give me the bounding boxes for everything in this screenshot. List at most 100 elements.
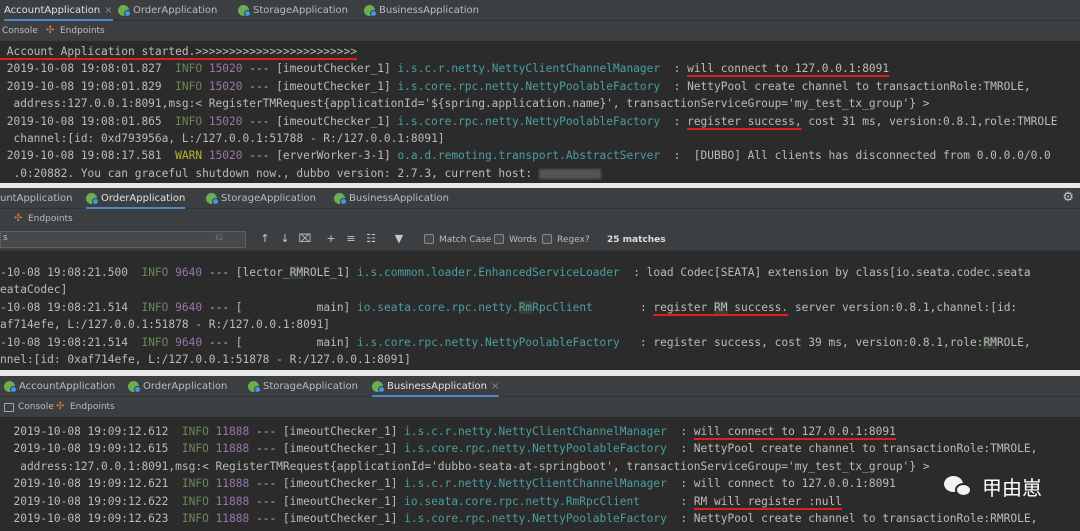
log-segment: 15020: [208, 79, 243, 93]
tab-storage-application[interactable]: StorageApplication: [206, 188, 316, 209]
search-input[interactable]: s ⎌: [0, 231, 246, 248]
search-value: s: [3, 233, 8, 243]
console-subtabs: Console ✣ Endpoints: [0, 397, 1080, 417]
log-segment: :: [666, 425, 694, 438]
tab-storage-application[interactable]: StorageApplication: [238, 0, 348, 21]
log-segment: 2019-10-08 19:08:01.829: [0, 79, 176, 93]
endpoints-icon: ✣: [56, 401, 65, 412]
regex-checkbox[interactable]: [542, 234, 552, 244]
add-occurrence-icon[interactable]: +: [324, 232, 338, 246]
log-segment: RM: [714, 300, 728, 314]
spring-boot-icon: [118, 5, 131, 17]
endpoints-label: Endpoints: [60, 26, 105, 36]
tab-endpoints[interactable]: ✣ Endpoints: [46, 21, 105, 41]
log-segment: 2019-10-08 19:09:12.622: [0, 494, 182, 508]
select-occurrences-icon[interactable]: ☷: [364, 232, 378, 246]
tab-business-application[interactable]: BusinessApplication: [364, 0, 479, 21]
log-segment: --- [erverWorker-3-1]: [242, 149, 398, 163]
log-segment: INFO: [175, 114, 203, 128]
next-occurrence-icon[interactable]: ↓: [278, 232, 292, 246]
log-segment: 11888: [215, 477, 250, 491]
log-segment: --- [lector_: [202, 266, 290, 279]
log-segment: 2019-10-08 19:08:17.581: [0, 149, 176, 163]
spring-boot-icon: [238, 5, 251, 17]
log-line: 2019-10-08 19:08:01.829 INFO 15020 --- […: [0, 78, 1080, 95]
tab-label: StorageApplication: [263, 380, 358, 392]
log-segment: [202, 149, 209, 162]
log-segment: INFO: [181, 442, 209, 456]
log-segment: [209, 425, 216, 438]
log-segment: address:127.0.0.1:8091,msg:< RegisterTMR…: [0, 97, 930, 111]
gear-icon[interactable]: ⚙: [1062, 190, 1074, 205]
log-segment: --- [imeoutChecker_1]: [249, 494, 405, 508]
log-line: Account Application started.>>>>>>>>>>>>…: [0, 43, 1080, 60]
log-line: af714efe, L:/127.0.0.1:51878 - R:/127.0.…: [0, 316, 1080, 333]
console-output[interactable]: -10-08 19:08:21.500 INFO 9640 --- [lecto…: [0, 264, 1080, 369]
log-segment: 9640: [175, 300, 203, 314]
tab-account-application[interactable]: untApplication: [0, 188, 72, 209]
log-segment: address:127.0.0.1:8091,msg:< RegisterTMR…: [0, 459, 930, 473]
log-line: 2019-10-08 19:08:17.581 WARN 15020 --- […: [0, 147, 1080, 164]
log-segment: : register success, cost 39 ms, version:…: [619, 335, 984, 349]
log-segment: ROLE,: [996, 335, 1031, 349]
log-segment: INFO: [175, 62, 203, 76]
log-line: address:127.0.0.1:8091,msg:< RegisterTMR…: [0, 458, 1080, 475]
log-segment: INFO: [141, 335, 169, 349]
log-line: eataCodec]: [0, 281, 1080, 298]
log-segment: 11888: [215, 511, 250, 525]
tab-order-application[interactable]: OrderApplication: [86, 188, 186, 209]
log-segment: i.s.core.rpc.netty.NettyPoolableFactory: [357, 335, 620, 349]
tab-endpoints[interactable]: ✣ Endpoints: [14, 209, 73, 229]
match-case-checkbox[interactable]: [424, 234, 434, 244]
close-icon[interactable]: ×: [104, 1, 112, 21]
log-segment: [209, 442, 216, 455]
console-output[interactable]: Account Application started.>>>>>>>>>>>>…: [0, 43, 1080, 183]
log-segment: --- [imeoutChecker_1]: [242, 114, 398, 128]
tab-label: StorageApplication: [221, 192, 316, 204]
log-segment: o.a.d.remoting.transport.AbstractServer: [397, 149, 661, 163]
console-subtabs: Console ✣ Endpoints: [0, 21, 1080, 41]
tab-order-application[interactable]: OrderApplication: [128, 376, 227, 397]
log-segment: INFO: [175, 79, 203, 93]
select-all-occurrences-icon[interactable]: ≡: [344, 232, 358, 246]
regex-help-icon[interactable]: ?: [585, 232, 590, 248]
filter-icon[interactable]: ▼: [392, 232, 406, 246]
log-segment: 11888: [215, 425, 250, 438]
tab-endpoints[interactable]: ✣ Endpoints: [56, 397, 115, 417]
log-segment: : NettyPool create channel to transactio…: [660, 79, 1031, 93]
redacted-host: [538, 168, 601, 179]
log-segment: channel:[id: 0xd793956a, L:/127.0.0.1:51…: [0, 131, 445, 145]
find-in-selection-icon[interactable]: ⌧: [298, 232, 312, 246]
console-icon: [4, 402, 14, 412]
tab-business-application[interactable]: BusinessApplication: [334, 188, 449, 209]
run-tabs: untApplication OrderApplication StorageA…: [0, 188, 1080, 209]
tab-account-application[interactable]: AccountApplication ×: [4, 0, 113, 21]
log-segment: INFO: [181, 477, 209, 491]
tab-label: AccountApplication: [19, 380, 116, 392]
tab-storage-application[interactable]: StorageApplication: [248, 376, 358, 397]
log-line: channel:[id: 0xd793956a, L:/127.0.0.1:51…: [0, 130, 1080, 147]
tab-order-application[interactable]: OrderApplication: [118, 0, 217, 21]
tab-label: OrderApplication: [143, 380, 228, 392]
tab-label: AccountApplication: [4, 4, 101, 16]
tab-label: StorageApplication: [253, 4, 348, 16]
account-application-panel: AccountApplication × OrderApplication St…: [0, 0, 1080, 183]
log-line: 2019-10-08 19:09:12.622 INFO 11888 --- […: [0, 493, 1080, 510]
endpoints-icon: ✣: [14, 213, 23, 224]
log-line: 2019-10-08 19:09:12.612 INFO 11888 --- […: [0, 423, 1080, 440]
log-line: address:127.0.0.1:8091,msg:< RegisterTMR…: [0, 95, 1080, 112]
previous-occurrence-icon[interactable]: ↑: [258, 232, 272, 246]
log-line: 2019-10-08 19:09:12.621 INFO 11888 --- […: [0, 475, 1080, 492]
tab-business-application[interactable]: BusinessApplication ×: [372, 376, 500, 397]
words-checkbox[interactable]: [494, 234, 504, 244]
tab-console[interactable]: Console: [2, 21, 38, 41]
console-output[interactable]: 2019-10-08 19:09:12.612 INFO 11888 --- […: [0, 423, 1080, 528]
log-segment: -10-08 19:08:21.500: [0, 266, 142, 279]
log-segment: i.s.core.rpc.netty.NettyPoolableFactory: [404, 442, 667, 456]
tab-console[interactable]: Console: [4, 397, 54, 417]
history-icon[interactable]: ⎌: [215, 232, 223, 243]
tab-label: BusinessApplication: [387, 380, 487, 392]
close-icon[interactable]: ×: [491, 377, 499, 397]
run-tabs: AccountApplication × OrderApplication St…: [0, 0, 1080, 21]
tab-account-application[interactable]: AccountApplication: [4, 376, 115, 397]
